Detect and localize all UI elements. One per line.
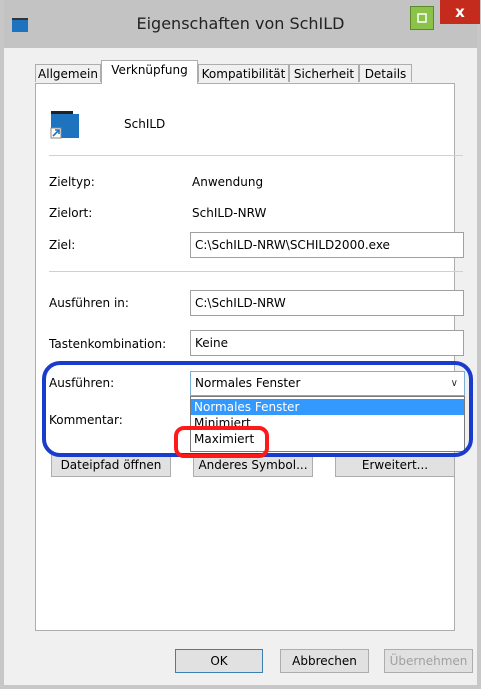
separator [49,271,463,272]
app-name: SchILD [124,117,166,131]
tab-sicherheit[interactable]: Sicherheit [289,64,359,82]
tab-verknuepfung[interactable]: Verknüpfung [101,60,198,84]
app-icon [50,111,79,139]
ziel-field[interactable]: C:\SchILD-NRW\SCHILD2000.exe [190,232,464,258]
separator [49,155,463,156]
tastenkombination-field[interactable]: Keine [190,330,464,356]
restore-icon [417,13,427,23]
zieltyp-value: Anwendung [192,175,264,189]
restore-button[interactable] [410,6,434,30]
ausfuehren-in-label: Ausführen in: [49,296,129,310]
zieltyp-label: Zieltyp: [49,175,95,189]
window-title: Eigenschaften von SchILD [136,14,345,33]
tab-allgemein[interactable]: Allgemein [35,64,101,82]
zielort-label: Zielort: [49,206,93,220]
ausfuehren-in-field[interactable]: C:\SchILD-NRW [190,290,464,316]
title-bar[interactable]: Eigenschaften von SchILD x [4,0,480,48]
ziel-label: Ziel: [49,238,76,252]
tab-kompatibilitaet[interactable]: Kompatibilität [198,64,289,82]
tab-details[interactable]: Details [359,64,412,82]
zielort-value: SchILD-NRW [192,206,267,220]
properties-window: Eigenschaften von SchILD x Allgemein Ver… [0,0,481,689]
tastenkombination-label: Tastenkombination: [49,337,167,351]
ok-button[interactable]: OK [175,649,263,673]
close-button[interactable]: x [440,0,480,24]
tab-panel [35,83,455,631]
highlight-annotation-red [174,426,269,458]
uebernehmen-button[interactable]: Übernehmen [384,649,473,673]
abbrechen-button[interactable]: Abbrechen [280,649,369,673]
